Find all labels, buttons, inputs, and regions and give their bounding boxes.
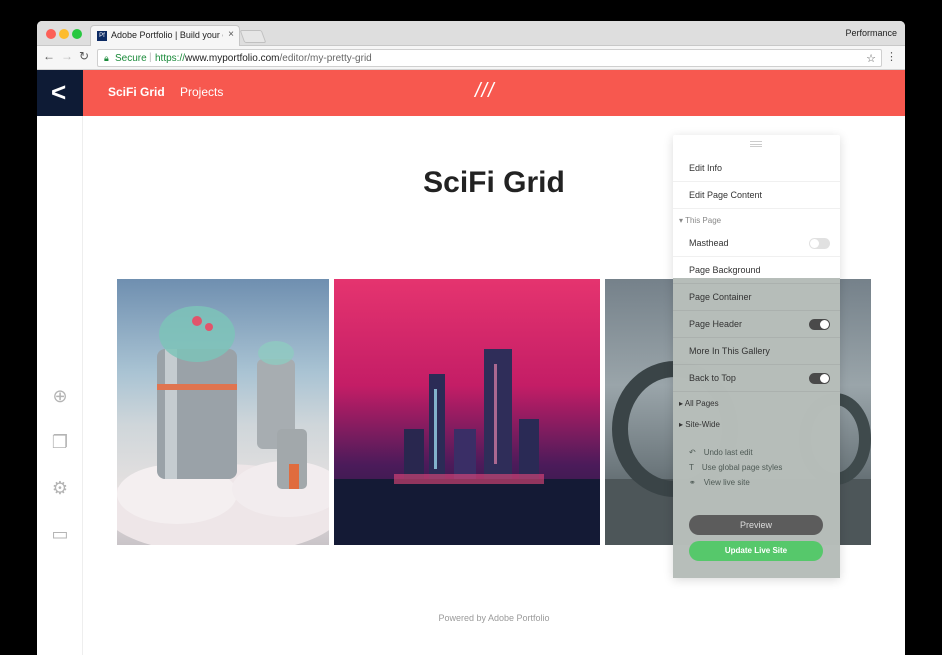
this-page-section[interactable]: ▾ This Page: [679, 216, 721, 225]
this-page-label: This Page: [685, 216, 722, 225]
url-text[interactable]: https://www.myportfolio.com/editor/my-pr…: [155, 53, 372, 64]
triangle-right-icon: ▸: [679, 399, 684, 408]
link-icon: ⚭: [689, 478, 696, 487]
back-to-top-item[interactable]: Back to Top: [673, 366, 840, 392]
secure-label: Secure: [115, 53, 147, 64]
forward-arrow-icon[interactable]: →: [61, 49, 73, 63]
masthead-toggle[interactable]: [809, 238, 830, 249]
bookmark-star-icon[interactable]: ☆: [866, 52, 876, 65]
gallery-image-dome-towers[interactable]: [117, 279, 329, 545]
maximize-window-button[interactable]: [72, 29, 82, 39]
layout-icon[interactable]: ▭: [50, 524, 70, 544]
powered-by-footer[interactable]: Powered by Adobe Portfolio: [83, 613, 905, 623]
portfolio-logo-icon: ///: [475, 80, 495, 102]
page-container-label: Page Container: [689, 292, 752, 302]
address-bar[interactable]: 🔒︎ Secure | https://www.myportfolio.com/…: [97, 49, 882, 67]
minimize-window-button[interactable]: [59, 29, 69, 39]
more-in-gallery-item[interactable]: More In This Gallery: [673, 339, 840, 365]
chevron-left-icon: <: [51, 77, 67, 107]
site-name[interactable]: SciFi Grid: [108, 85, 165, 99]
add-circle-icon[interactable]: ⊕: [50, 386, 70, 406]
gallery-image-neon-city[interactable]: [334, 279, 600, 545]
back-to-top-label: Back to Top: [689, 373, 736, 383]
gear-icon[interactable]: ⚙: [50, 478, 70, 498]
page-container-item[interactable]: Page Container: [673, 285, 840, 311]
masthead-item[interactable]: Masthead: [673, 231, 840, 257]
all-pages-label: All Pages: [684, 399, 719, 408]
pages-stack-icon[interactable]: ❐: [50, 432, 70, 452]
browser-menu-icon[interactable]: ⋮: [886, 50, 897, 63]
browser-window: Pf Adobe Portfolio | Build your ow × Per…: [37, 21, 905, 655]
page-header-item[interactable]: Page Header: [673, 312, 840, 338]
url-separator: |: [149, 52, 152, 63]
browser-toolbar: ← → ↻ 🔒︎ Secure | https://www.myportfoli…: [37, 46, 905, 70]
undo-icon: ↶: [689, 448, 696, 457]
page-header-label: Page Header: [689, 319, 743, 329]
lock-icon: 🔒︎: [104, 53, 109, 63]
page-background-label: Page Background: [689, 265, 761, 275]
edit-info-item[interactable]: Edit Info: [673, 156, 840, 182]
browser-tab[interactable]: Pf Adobe Portfolio | Build your ow ×: [90, 25, 240, 47]
new-tab-button[interactable]: [239, 30, 267, 43]
update-live-site-button[interactable]: Update Live Site: [689, 541, 823, 561]
app-header: < SciFi Grid Projects ///: [37, 70, 905, 116]
reload-icon[interactable]: ↻: [79, 49, 89, 63]
projects-link[interactable]: Projects: [180, 85, 223, 99]
edit-page-content-label: Edit Page Content: [689, 190, 763, 200]
back-arrow-icon[interactable]: ←: [43, 49, 55, 63]
page-settings-panel: Edit Info Edit Page Content ▾ This Page …: [673, 135, 840, 578]
dome-towers-illustration: [117, 306, 329, 545]
global-styles-label: Use global page styles: [701, 463, 783, 472]
drag-handle-icon[interactable]: [750, 141, 762, 147]
edit-info-label: Edit Info: [689, 163, 723, 173]
edit-page-content-item[interactable]: Edit Page Content: [673, 183, 840, 209]
undo-link[interactable]: ↶ Undo last edit: [689, 448, 753, 457]
tab-close-icon[interactable]: ×: [228, 29, 234, 40]
more-in-gallery-label: More In This Gallery: [689, 346, 770, 356]
masthead-label: Masthead: [689, 238, 729, 248]
tab-bar: Pf Adobe Portfolio | Build your ow × Per…: [37, 21, 905, 47]
view-live-link[interactable]: ⚭ View live site: [689, 478, 750, 487]
close-window-button[interactable]: [46, 29, 56, 39]
view-live-label: View live site: [703, 478, 750, 487]
text-style-icon: T: [689, 463, 694, 472]
back-to-top-toggle[interactable]: [809, 373, 830, 384]
tab-title: Adobe Portfolio | Build your ow: [111, 30, 223, 40]
triangle-right-icon: ▸: [679, 420, 684, 429]
editor-tool-rail: ⊕ ❐ ⚙ ▭: [37, 116, 83, 655]
global-styles-link[interactable]: T Use global page styles: [689, 463, 782, 472]
editor-back-button[interactable]: <: [37, 70, 83, 116]
site-wide-label: Site-Wide: [685, 420, 720, 429]
page-background-item[interactable]: Page Background: [673, 258, 840, 284]
portfolio-favicon-icon: Pf: [97, 31, 107, 41]
neon-city-illustration: [334, 349, 600, 545]
undo-label: Undo last edit: [703, 448, 753, 457]
site-wide-section[interactable]: ▸ Site-Wide: [679, 420, 720, 429]
profile-name[interactable]: Performance: [845, 28, 897, 38]
preview-button[interactable]: Preview: [689, 515, 823, 535]
triangle-down-icon: ▾: [679, 216, 684, 225]
page-header-toggle[interactable]: [809, 319, 830, 330]
all-pages-section[interactable]: ▸ All Pages: [679, 399, 719, 408]
